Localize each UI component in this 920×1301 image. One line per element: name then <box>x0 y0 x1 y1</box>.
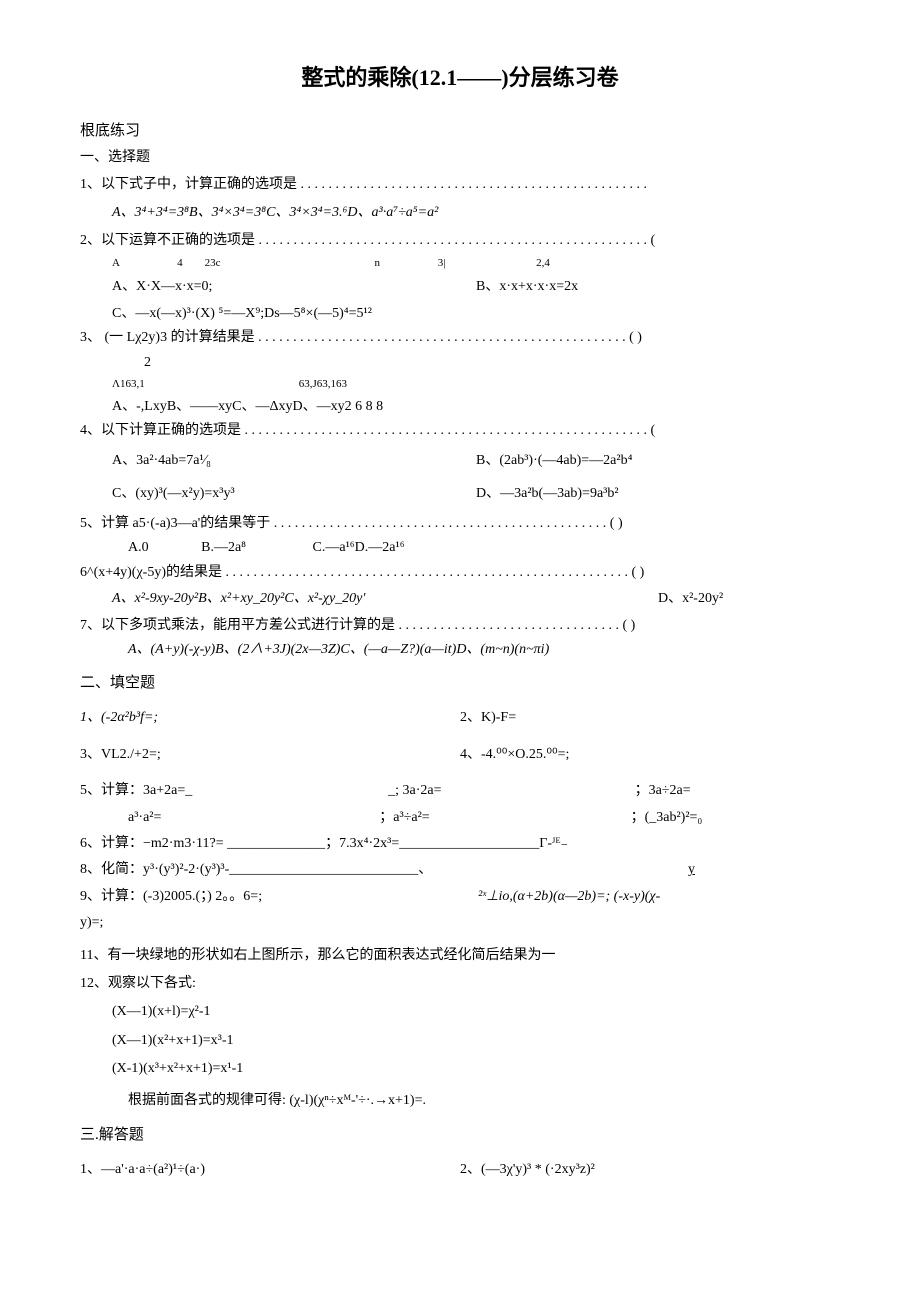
ans-2: 2、(—3χ'y)³ * (·2xy³z)² <box>460 1159 840 1181</box>
q6-option-d: D、x²-20y² <box>658 588 840 610</box>
section1-heading: 一、选择题 <box>80 147 840 169</box>
q4-stem: 4、以下计算正确的选项是 . . . . . . . . . . . . . .… <box>80 420 840 442</box>
fill-9-right: ²ˣ⊥io,(α+2b)(α—2b)=; (-x-y)(χ- <box>478 886 840 908</box>
q5-options: A.0 B.—2a⁸ C.—a¹⁶D.—2a¹⁶ <box>128 537 840 559</box>
fill-9-left: 9、计算：(-3)2005.(；) 2。。6=; <box>80 886 478 908</box>
fill-9-tail: y)=; <box>80 912 840 934</box>
section3-heading: 三.解答题 <box>80 1123 840 1147</box>
q1-options: A、3⁴+3⁴=3⁸B、3⁴×3⁴=3⁸C、3⁴×3⁴=3.⁶D、a³·a⁷÷a… <box>112 202 840 224</box>
fill-8-left: 8、化简：y³·(y³)²-2·(y³)³-__________________… <box>80 859 688 881</box>
q6-stem: 6^(x+4y)(χ-5y)的结果是 . . . . . . . . . . .… <box>80 562 840 584</box>
fill-5-a: 5、计算：3a+2a=_ <box>80 780 388 802</box>
fill-12-rule: 根据前面各式的规律可得: (χ-l)(χⁿ÷xᴹ-'÷·.→x+1)=. <box>128 1090 840 1112</box>
q4-opt-d: D、—3a²b(—3ab)=9a³b² <box>476 483 840 505</box>
fill-3: 3、VL2./+2=; <box>80 744 460 766</box>
q2-sup-line: A 4 23c n 3| 2,4 <box>112 255 840 273</box>
q1-stem: 1、以下式子中，计算正确的选项是 . . . . . . . . . . . .… <box>80 174 840 196</box>
fill-12-a: (X—1)(x+l)=χ²-1 <box>112 1001 840 1023</box>
q6-options-abc: A、x²-9xy-20y²B、x²+xy_20y²C、x²-χy_20y' <box>112 588 658 610</box>
fill-5-b: _; 3a·2a= <box>388 780 634 802</box>
section2-heading: 二、填空题 <box>80 671 840 695</box>
page-title: 整式的乘除(12.1——)分层练习卷 <box>80 60 840 95</box>
q3-sup-line: Λ163,1 63,J63,163 <box>112 376 840 394</box>
q5-stem: 5、计算 a5·(-a)3—a'的结果等于 . . . . . . . . . … <box>80 513 840 535</box>
fill-1: 1、(-2α²b³f=; <box>80 707 460 729</box>
fill-6: 6、计算：−m2·m3·11?= ______________；7.3x⁴·2x… <box>80 833 840 855</box>
fill-12-head: 12、观察以下各式: <box>80 973 840 995</box>
fill-12-b: (X—1)(x²+x+1)=x³-1 <box>112 1030 840 1052</box>
q2-stem: 2、以下运算不正确的选项是 . . . . . . . . . . . . . … <box>80 230 840 252</box>
fill-4: 4、-4.⁰⁰×O.25.⁰⁰=; <box>460 744 840 766</box>
fill-5-c: ；3a÷2a= <box>635 780 840 802</box>
q7-options: A、(A+y)(-χ-y)B、(2∧+3J)(2x—3Z)C、(—a—Z?)(a… <box>128 639 840 661</box>
q2-opt-b: B、x·x+x·x·x=2x <box>476 276 840 298</box>
root-section-heading: 根底练习 <box>80 119 840 143</box>
q3-options: A、-,LxyB、——xyC、—ΔxyD、—xy2 6 8 8 <box>112 396 840 418</box>
fill-12-c: (X-1)(x³+x²+x+1)=x¹-1 <box>112 1058 840 1080</box>
fill-2: 2、K)-F= <box>460 707 840 729</box>
q4-opt-b: B、(2ab³)·(—4ab)=—2a²b⁴ <box>476 450 840 472</box>
q3-frac: 2 <box>144 352 840 374</box>
q7-stem: 7、以下多项式乘法，能用平方差公式进行计算的是 . . . . . . . . … <box>80 615 840 637</box>
fill-5-f: ；(_3ab²)²=₀ <box>631 807 840 829</box>
q4-opt-a: A、3a²·4ab=7a¹⁄₈ <box>112 450 476 472</box>
fill-5-e: ；a³÷a²= <box>379 807 630 829</box>
fill-5-d: a³·a²= <box>128 807 379 829</box>
ans-1: 1、—a'·a·a÷(a²)¹÷(a·) <box>80 1159 460 1181</box>
q4-opt-c: C、(xy)³(—x²y)=x³y³ <box>112 483 476 505</box>
q2-opt-cd: C、—x(—x)³·(X) ⁵=—X⁹;Ds—5⁸×(—5)⁴=5¹² <box>112 303 840 325</box>
q2-opt-a: A、X·X—x·x=0; <box>112 276 476 298</box>
q3-stem: 3、 (一 Lχ2y)3 的计算结果是 . . . . . . . . . . … <box>80 327 840 349</box>
fill-8-right: y <box>688 859 840 881</box>
fill-11: 11、有一块绿地的形状如右上图所示，那么它的面积表达式经化简后结果为一 <box>80 945 840 967</box>
